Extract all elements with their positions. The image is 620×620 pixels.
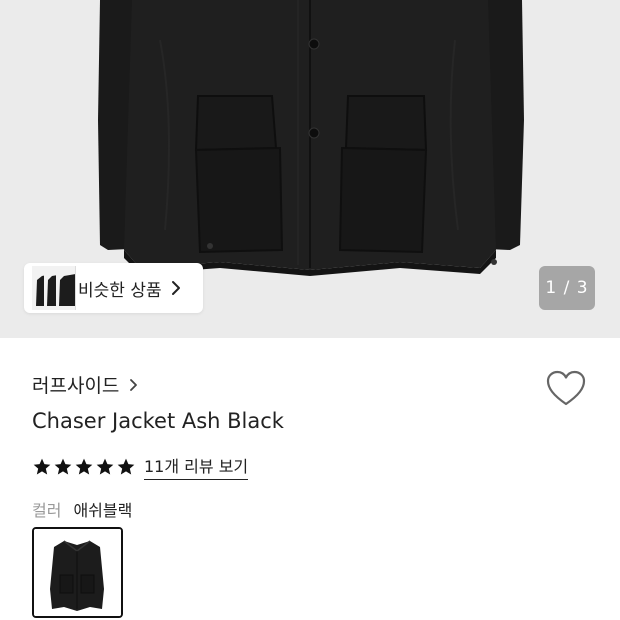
color-option-row: 컬러 애쉬블랙 xyxy=(32,497,132,521)
similar-products-label: 비슷한 상품 xyxy=(78,280,162,301)
color-swatch-image xyxy=(34,529,121,616)
brand-name: 러프사이드 xyxy=(32,375,120,397)
star-icon xyxy=(33,458,51,474)
product-title: Chaser Jacket Ash Black xyxy=(32,409,284,433)
rating-stars xyxy=(32,457,137,477)
similar-products-button[interactable]: 비슷한 상품 xyxy=(24,263,203,313)
star-icon xyxy=(75,458,93,474)
product-image-gallery[interactable]: 비슷한 상품 1 / 3 xyxy=(0,0,620,338)
star-icon xyxy=(54,458,72,474)
star-icon xyxy=(117,458,135,474)
chevron-right-icon xyxy=(171,280,181,296)
chevron-right-icon xyxy=(129,378,138,392)
similar-thumbnail xyxy=(56,266,76,310)
color-label: 컬러 xyxy=(32,501,62,520)
rating-row: 11개 리뷰 보기 xyxy=(32,453,249,480)
star-icon xyxy=(96,458,114,474)
image-pager-indicator: 1 / 3 xyxy=(539,266,595,310)
review-link[interactable]: 11개 리뷰 보기 xyxy=(144,453,249,480)
color-swatch-selected[interactable] xyxy=(32,527,123,618)
similar-thumbnails xyxy=(24,263,76,313)
color-value: 애쉬블랙 xyxy=(73,501,133,520)
heart-icon[interactable] xyxy=(545,369,587,409)
brand-link[interactable]: 러프사이드 xyxy=(32,371,138,398)
